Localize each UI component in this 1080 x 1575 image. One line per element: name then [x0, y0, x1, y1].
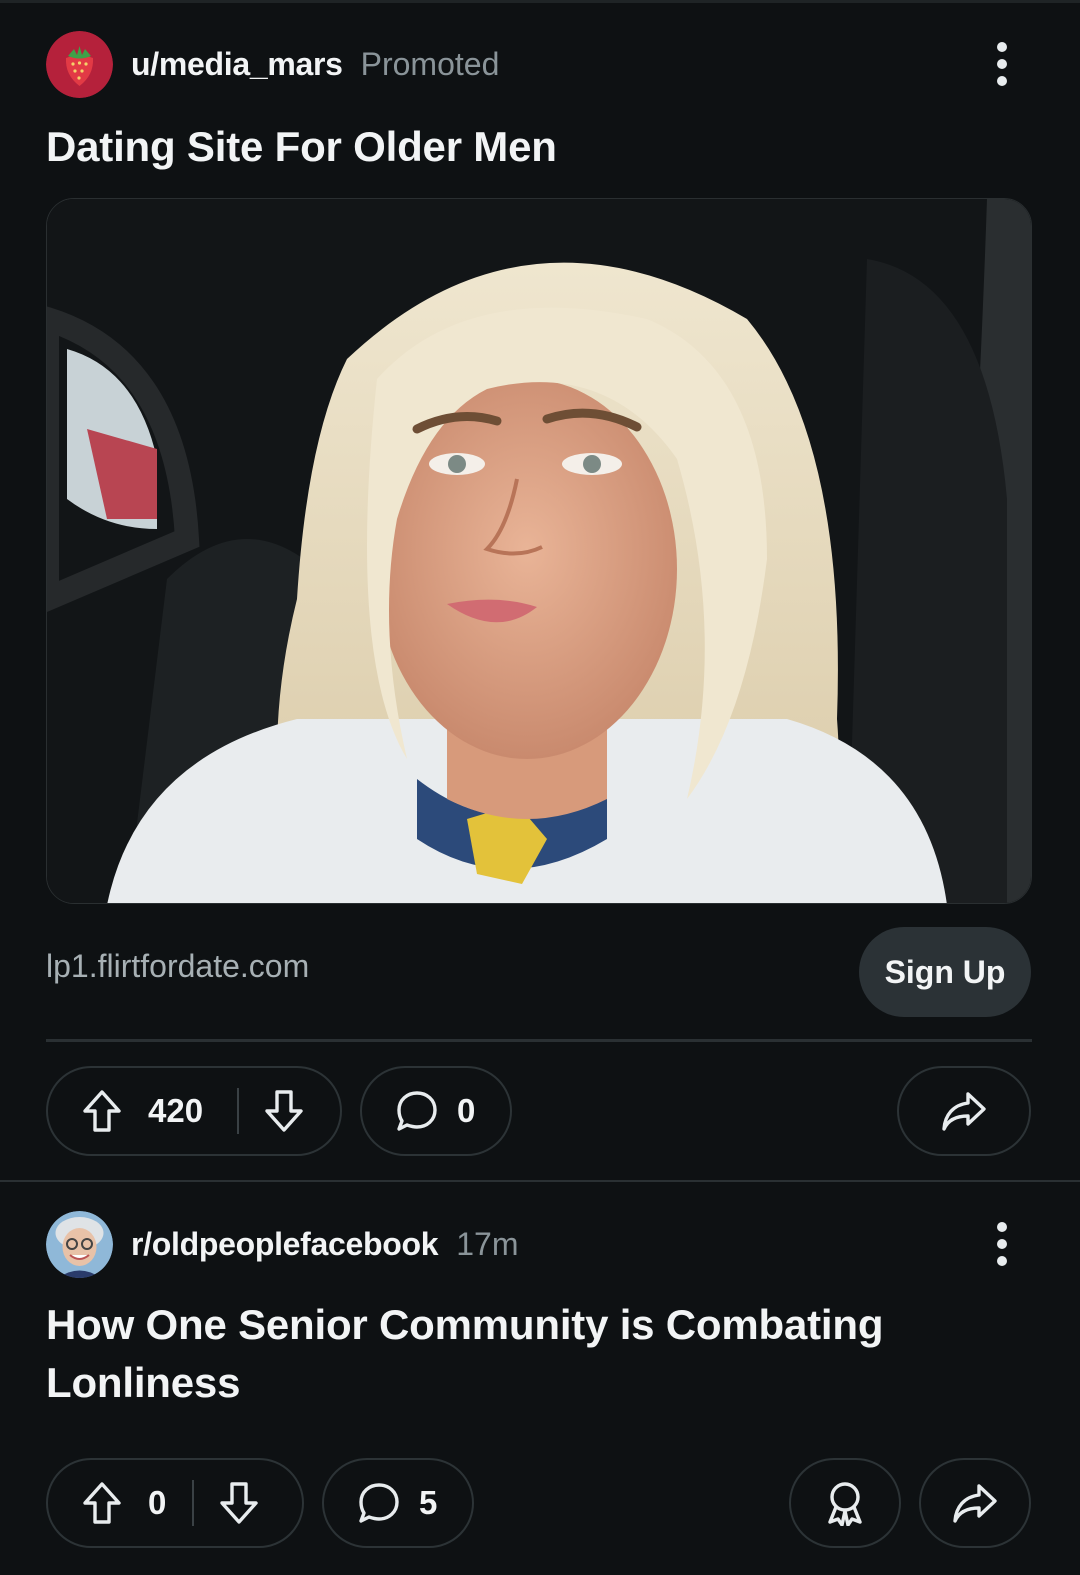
comment-button[interactable]: 5	[322, 1458, 474, 1548]
elderly-avatar-icon[interactable]	[46, 1210, 113, 1278]
vote-bar: 0	[46, 1458, 304, 1548]
post-title[interactable]: Dating Site For Older Men	[46, 118, 557, 176]
more-options-icon[interactable]	[982, 34, 1022, 94]
share-icon	[951, 1481, 999, 1525]
post-author[interactable]: u/media_mars	[131, 46, 343, 83]
comment-count: 5	[419, 1484, 438, 1521]
upvote-count: 420	[148, 1092, 204, 1129]
upvote-icon[interactable]	[81, 1089, 123, 1133]
vote-bar: 420	[46, 1066, 342, 1156]
downvote-icon[interactable]	[263, 1089, 305, 1133]
strawberry-avatar-icon[interactable]	[46, 30, 113, 98]
post-title-line: Lonliness	[46, 1359, 241, 1406]
post-header: u/media_mars Promoted	[46, 30, 499, 98]
post-divider	[46, 1039, 1032, 1042]
link-domain[interactable]: lp1.flirtfordate.com	[46, 948, 309, 985]
share-button[interactable]	[919, 1458, 1031, 1548]
post-title[interactable]: How One Senior Community is Combating Lo…	[46, 1296, 884, 1412]
sign-up-button[interactable]: Sign Up	[859, 927, 1031, 1017]
post-title-line: How One Senior Community is Combating	[46, 1301, 884, 1348]
downvote-icon[interactable]	[218, 1481, 260, 1525]
promoted-label: Promoted	[360, 45, 500, 82]
award-button[interactable]	[789, 1458, 901, 1548]
post-time: 17m	[456, 1225, 519, 1262]
vote-separator	[192, 1480, 195, 1526]
award-icon	[823, 1480, 867, 1526]
post-header: r/oldpeoplefacebook 17m	[46, 1210, 519, 1278]
upvote-count: 0	[148, 1484, 167, 1521]
feed-post[interactable]: r/oldpeoplefacebook 17m How One Senior C…	[0, 1182, 1080, 1575]
comment-button[interactable]: 0	[360, 1066, 512, 1156]
vote-separator	[237, 1088, 240, 1134]
share-icon	[940, 1089, 988, 1133]
comment-icon	[357, 1481, 401, 1525]
comment-icon	[395, 1089, 439, 1133]
share-button[interactable]	[897, 1066, 1031, 1156]
comment-count: 0	[457, 1092, 476, 1129]
more-options-icon[interactable]	[982, 1214, 1022, 1274]
upvote-icon[interactable]	[81, 1481, 123, 1525]
subreddit-name[interactable]: r/oldpeoplefacebook	[131, 1226, 439, 1263]
post-image[interactable]	[46, 198, 1032, 904]
promoted-post[interactable]: u/media_mars Promoted Dating Site For Ol…	[0, 0, 1080, 1180]
